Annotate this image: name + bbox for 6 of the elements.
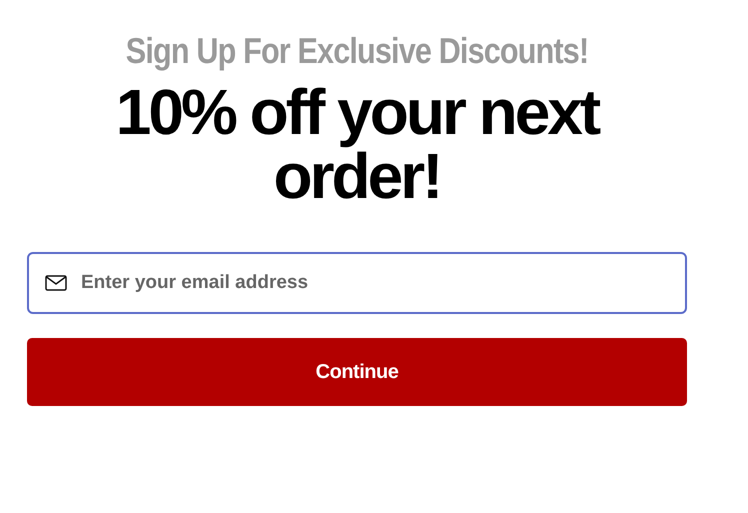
mail-icon xyxy=(45,275,67,291)
headline: 10% off your next order! xyxy=(114,80,600,208)
email-field[interactable]: Enter your email address xyxy=(27,252,687,314)
subtitle: Sign Up For Exclusive Discounts! xyxy=(126,30,588,72)
email-input[interactable]: Enter your email address xyxy=(81,272,669,294)
continue-button[interactable]: Continue xyxy=(27,338,687,406)
